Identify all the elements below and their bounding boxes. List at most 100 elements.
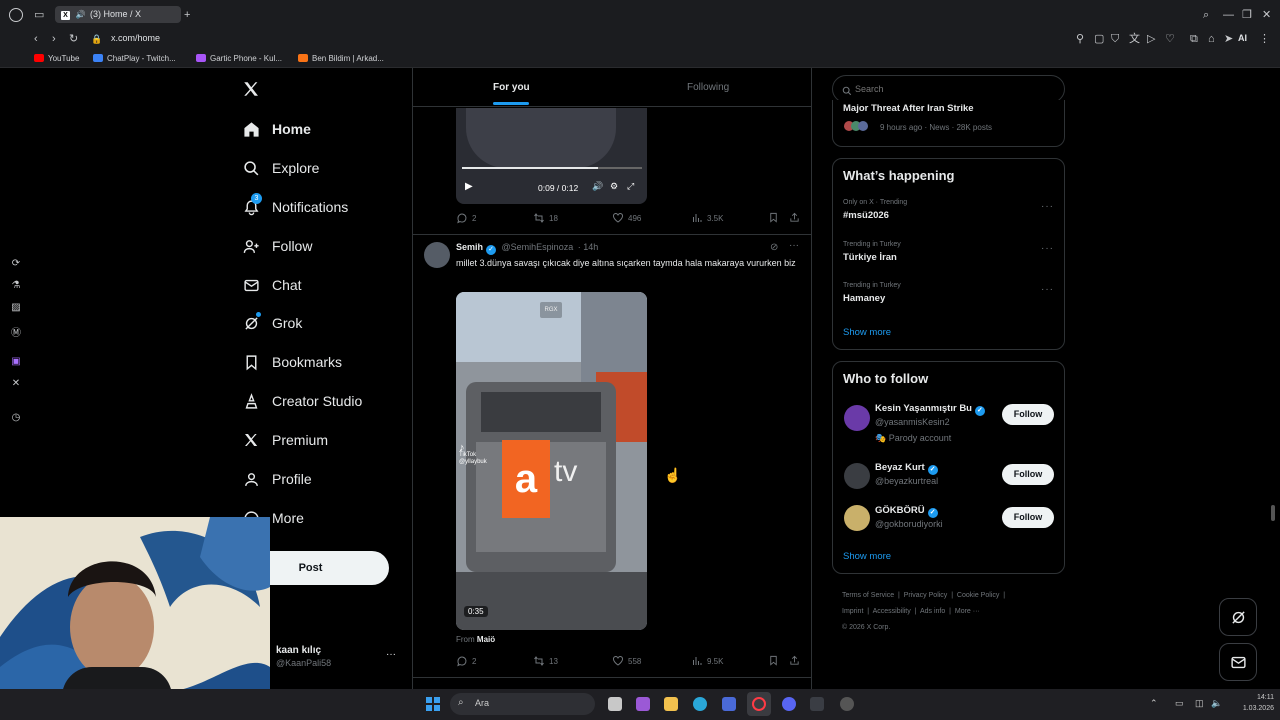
avatar[interactable]	[424, 242, 450, 268]
reply-button[interactable]: 2	[456, 212, 476, 224]
author-handle[interactable]: @SemihEspinoza	[502, 242, 574, 252]
nav-profile[interactable]: Profile	[242, 467, 312, 491]
grok-post-icon[interactable]: ⊘	[770, 242, 778, 253]
volume-icon[interactable]: 🔈	[1211, 698, 1222, 709]
maximize-icon[interactable]: ❐	[1242, 8, 1252, 22]
bookmark-benbildim[interactable]: Ben Bildim | Arkad...	[298, 53, 384, 65]
extensions-icon[interactable]: ⧉	[1190, 32, 1198, 46]
trend-more-icon[interactable]: ···	[1041, 201, 1054, 212]
reply-button[interactable]: 2	[456, 655, 476, 667]
share-button[interactable]	[789, 212, 804, 223]
new-tab-icon[interactable]: +	[184, 8, 190, 22]
views-button[interactable]: 3.5K	[691, 212, 723, 224]
footer-link[interactable]: Cookie Policy	[957, 592, 999, 599]
nav-bookmarks[interactable]: Bookmarks	[242, 350, 342, 374]
footer-link[interactable]: Imprint	[842, 608, 863, 615]
steam-icon[interactable]	[810, 697, 824, 711]
nav-grok[interactable]: Grok	[242, 311, 302, 335]
send-icon[interactable]: ➤	[1224, 32, 1233, 46]
footer-link[interactable]: Accessibility	[873, 608, 911, 615]
reload-icon[interactable]: ↻	[69, 32, 78, 46]
minimize-icon[interactable]: —	[1223, 8, 1234, 22]
flask-icon[interactable]: ⚗	[9, 280, 23, 291]
edge-icon[interactable]	[693, 697, 707, 711]
clock[interactable]: 14:11 1.03.2026	[1226, 692, 1274, 714]
nav-chat[interactable]: Chat	[242, 273, 302, 297]
bookmark-youtube[interactable]: YouTube	[34, 53, 79, 65]
follow-button[interactable]: Follow	[1002, 464, 1054, 485]
footer-link[interactable]: More ···	[955, 608, 980, 615]
post1-video[interactable]: ▶ 0:09 / 0:12 🔊 ⚙ ⤢	[456, 108, 647, 204]
close-window-icon[interactable]: ✕	[1262, 8, 1271, 22]
post2-video[interactable]: RGX ♪ TikTok @yllaybuk a tv 0:35	[456, 292, 647, 630]
nav-creator-studio[interactable]: Creator Studio	[242, 389, 362, 413]
grok-float-button[interactable]	[1219, 598, 1257, 636]
m-app-icon[interactable]: Ⓜ	[9, 324, 23, 339]
search-box[interactable]	[832, 75, 1065, 103]
tab-islands-icon[interactable]: ▭	[34, 8, 44, 22]
bookmark-gartic[interactable]: Gartic Phone - Kul...	[196, 53, 282, 65]
nav-home[interactable]: Home	[242, 117, 311, 141]
top-trend-card[interactable]: Major Threat After Iran Strike 9 hours a…	[832, 100, 1065, 147]
show-more-link[interactable]: Show more	[843, 327, 891, 338]
author-name[interactable]: Semih	[456, 242, 483, 252]
avatar[interactable]	[844, 463, 870, 489]
footer-link[interactable]: Ads info	[920, 608, 945, 615]
show-more-link[interactable]: Show more	[843, 551, 891, 562]
pin-icon[interactable]: ⚲	[1076, 32, 1084, 46]
fullscreen-icon[interactable]: ⤢	[627, 181, 634, 192]
settings-icon[interactable]: ⚙	[610, 181, 618, 192]
share-button[interactable]	[789, 655, 804, 666]
wallet-icon[interactable]: ⌂	[1208, 32, 1215, 46]
search-tabs-icon[interactable]: ⌕	[1203, 8, 1209, 22]
task-view-icon[interactable]	[608, 697, 622, 711]
trend-more-icon[interactable]: ···	[1041, 284, 1054, 295]
file-explorer-icon[interactable]	[664, 697, 678, 711]
browser-tab[interactable]: X 🔊 (3) Home / X	[55, 6, 181, 23]
tab-following[interactable]: Following	[687, 82, 729, 93]
notes-icon[interactable]: ▨	[9, 302, 23, 313]
bookmark-post-button[interactable]	[768, 655, 783, 666]
nav-premium[interactable]: Premium	[242, 428, 328, 452]
snapshot-icon[interactable]: ▢	[1094, 32, 1104, 46]
translate-icon[interactable]: 文	[1129, 32, 1140, 46]
windows-start-icon[interactable]	[426, 697, 440, 711]
follow-user-name[interactable]: Kesin Yaşanmıştır Bu ✓	[875, 403, 985, 416]
messages-float-button[interactable]	[1219, 643, 1257, 681]
x-sidebar-icon[interactable]: ✕	[9, 378, 23, 389]
obs-icon[interactable]	[840, 697, 854, 711]
bookmark-post-button[interactable]	[768, 212, 783, 223]
nav-notifications[interactable]: 3 Notifications	[242, 193, 348, 219]
like-button[interactable]: 496	[612, 212, 641, 224]
follow-button[interactable]: Follow	[1002, 507, 1054, 528]
follow-user-name[interactable]: Beyaz Kurt ✓	[875, 462, 938, 475]
account-more-icon[interactable]: ···	[386, 649, 396, 660]
trend-item[interactable]: Trending in Turkey Türkiye İran	[843, 241, 1055, 263]
ai-button[interactable]: AI	[1238, 33, 1247, 43]
display-icon[interactable]: ◫	[1195, 698, 1204, 709]
avatar[interactable]	[844, 505, 870, 531]
page-scrollbar[interactable]	[1271, 505, 1275, 521]
network-icon[interactable]: ▭	[1175, 698, 1184, 709]
trend-item[interactable]: Trending in Turkey Hamaney	[843, 282, 1055, 304]
trend-more-icon[interactable]: ···	[1041, 243, 1054, 254]
views-button[interactable]: 9.5K	[691, 655, 723, 667]
play-icon[interactable]: ▷	[1147, 32, 1155, 46]
store-icon[interactable]	[722, 697, 736, 711]
shield-icon[interactable]: ⛉	[1111, 32, 1119, 46]
footer-link[interactable]: Terms of Service	[842, 592, 894, 599]
x-logo-icon[interactable]	[242, 80, 262, 100]
volume-icon[interactable]: 🔊	[592, 181, 603, 192]
source-user[interactable]: Maiö	[477, 635, 495, 644]
account-switcher[interactable]: kaan kılıç @KaanPali58 ···	[276, 645, 406, 668]
follow-button[interactable]: Follow	[1002, 404, 1054, 425]
like-button[interactable]: 558	[612, 655, 641, 667]
nav-explore[interactable]: Explore	[242, 156, 319, 180]
tab-for-you[interactable]: For you	[493, 82, 530, 93]
repost-button[interactable]: 13	[533, 655, 558, 667]
discord-icon[interactable]	[782, 697, 796, 711]
copilot-icon[interactable]	[636, 697, 650, 711]
opera-taskbar-button[interactable]	[747, 692, 771, 716]
forward-icon[interactable]: ›	[52, 32, 56, 46]
bookmark-chatplay[interactable]: ChatPlay - Twitch...	[93, 53, 176, 65]
